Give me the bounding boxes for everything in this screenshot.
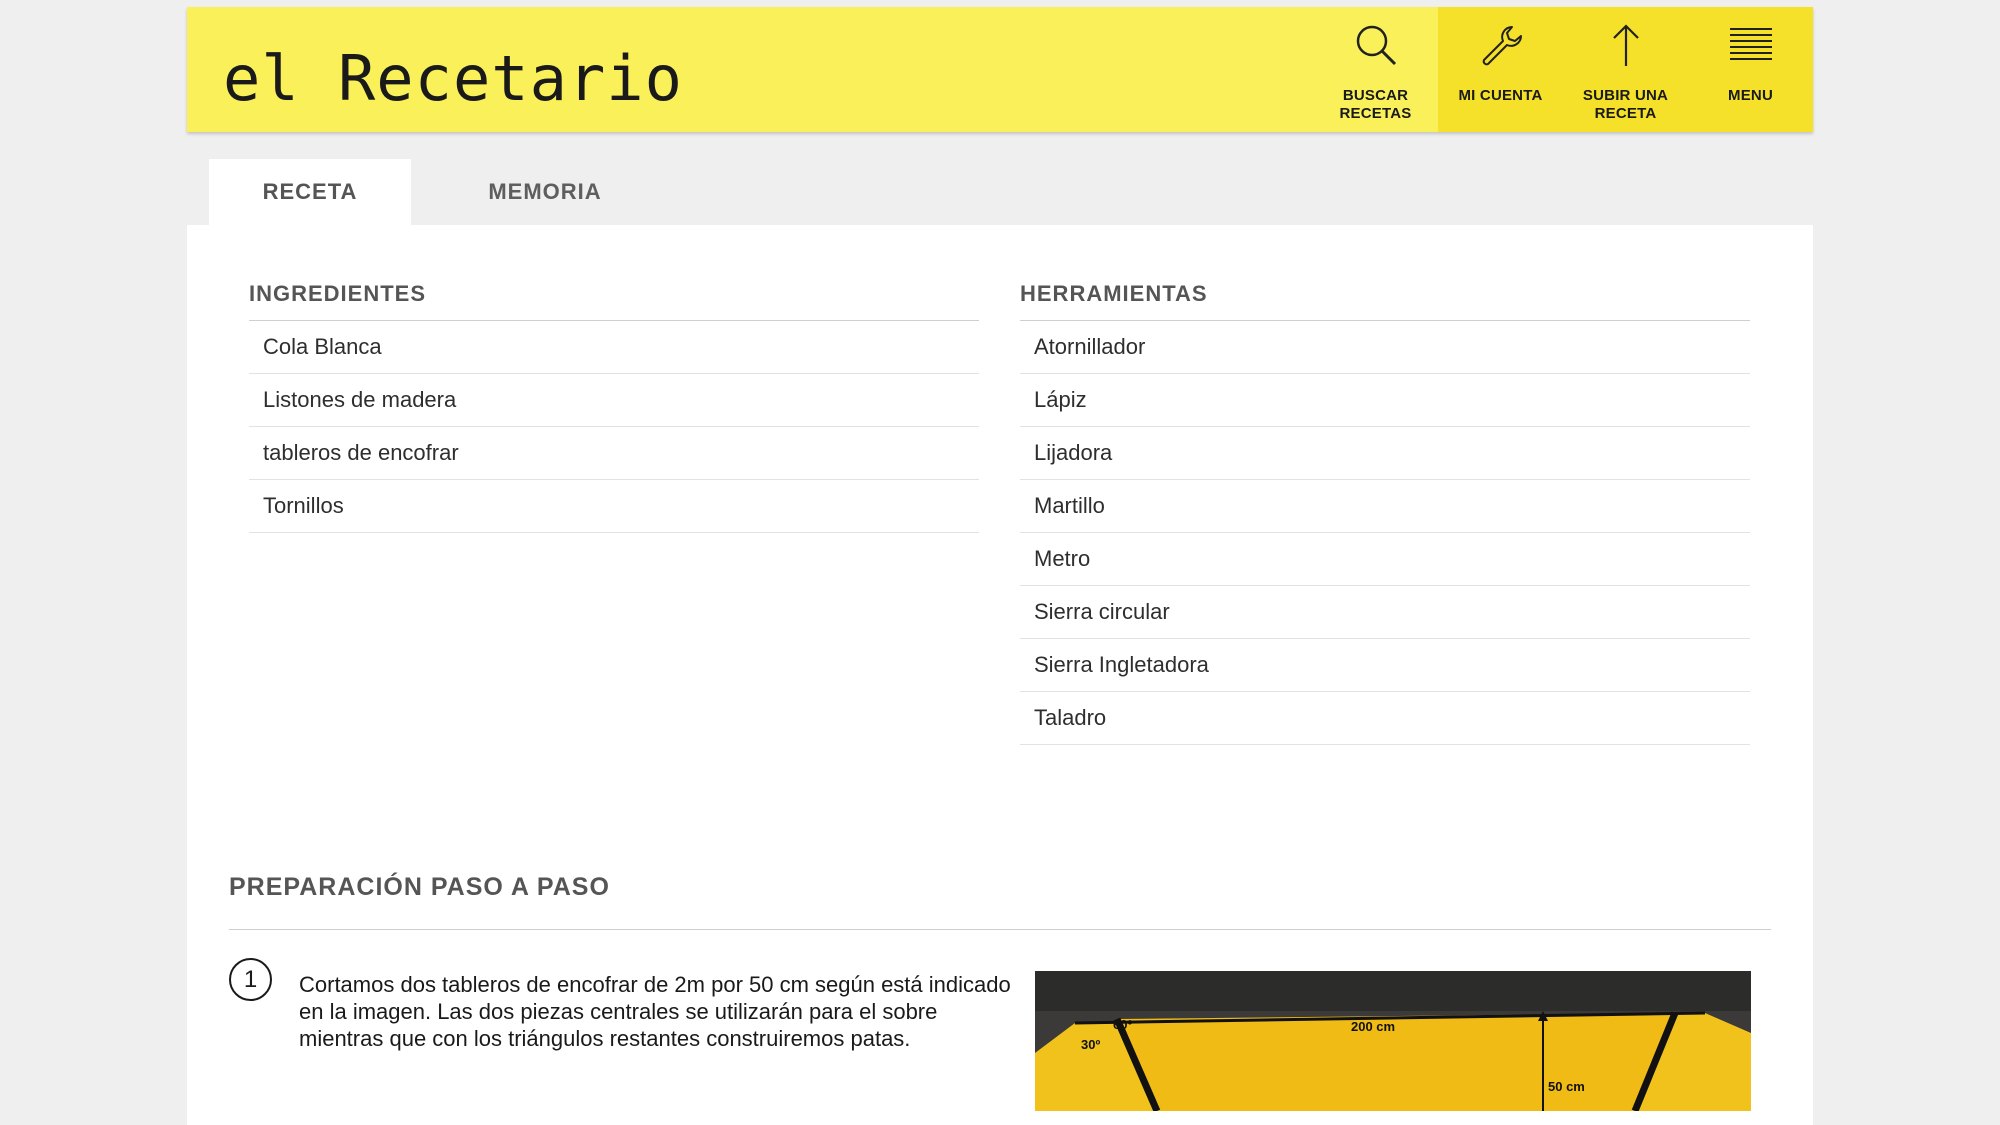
ingredients-list: Cola Blanca Listones de madera tableros … bbox=[249, 321, 979, 533]
recipe-tabs: RECETA MEMORIA bbox=[209, 159, 679, 225]
width-label: 50 cm bbox=[1548, 1079, 1585, 1094]
search-icon bbox=[1356, 25, 1396, 66]
upload-recipe-label: SUBIR UNA RECETA bbox=[1582, 87, 1669, 122]
list-item: Lápiz bbox=[1020, 374, 1750, 427]
step-number: 1 bbox=[229, 958, 272, 1001]
search-recipes-label: BUSCAR RECETAS bbox=[1339, 87, 1412, 122]
list-item: tableros de encofrar bbox=[249, 427, 979, 480]
list-item: Metro bbox=[1020, 533, 1750, 586]
search-recipes-button[interactable]: BUSCAR RECETAS bbox=[1313, 7, 1438, 132]
step-image: 60º 30º 200 cm 50 cm bbox=[1035, 971, 1751, 1111]
my-account-label: MI CUENTA bbox=[1458, 87, 1543, 104]
wrench-icon bbox=[1482, 26, 1522, 66]
list-item: Listones de madera bbox=[249, 374, 979, 427]
angle-30-label: 30º bbox=[1081, 1037, 1100, 1052]
ingredients-section: INGREDIENTES Cola Blanca Listones de mad… bbox=[249, 281, 979, 533]
recipe-content: INGREDIENTES Cola Blanca Listones de mad… bbox=[187, 225, 1813, 1125]
preparation-title: PREPARACIÓN PASO A PASO bbox=[229, 873, 1771, 930]
list-item: Cola Blanca bbox=[249, 321, 979, 374]
tab-recipe[interactable]: RECETA bbox=[209, 159, 411, 225]
upload-recipe-button[interactable]: SUBIR UNA RECETA bbox=[1563, 7, 1688, 132]
list-item: Tornillos bbox=[249, 480, 979, 533]
tools-title: HERRAMIENTAS bbox=[1020, 281, 1750, 321]
length-label: 200 cm bbox=[1351, 1019, 1395, 1034]
my-account-button[interactable]: MI CUENTA bbox=[1438, 7, 1563, 132]
menu-icon bbox=[1729, 28, 1772, 60]
ingredients-title: INGREDIENTES bbox=[249, 281, 979, 321]
step-text: Cortamos dos tableros de encofrar de 2m … bbox=[299, 972, 1011, 1051]
list-item: Sierra circular bbox=[1020, 586, 1750, 639]
list-item: Atornillador bbox=[1020, 321, 1750, 374]
menu-button[interactable]: MENU bbox=[1688, 7, 1813, 132]
list-item: Taladro bbox=[1020, 692, 1750, 745]
list-item: Lijadora bbox=[1020, 427, 1750, 480]
top-header: el Recetario BUSCAR RECETAS MI CUENTA SU… bbox=[187, 7, 1813, 132]
tab-memory[interactable]: MEMORIA bbox=[411, 159, 679, 225]
main-nav: BUSCAR RECETAS MI CUENTA SUBIR UNA RECETA bbox=[1313, 7, 1813, 132]
list-item: Martillo bbox=[1020, 480, 1750, 533]
tools-section: HERRAMIENTAS Atornillador Lápiz Lijadora… bbox=[1020, 281, 1750, 745]
menu-label: MENU bbox=[1728, 87, 1773, 104]
site-logo[interactable]: el Recetario bbox=[223, 39, 683, 119]
list-item: Sierra Ingletadora bbox=[1020, 639, 1750, 692]
angle-60-label: 60º bbox=[1113, 1017, 1132, 1032]
arrow-up-icon bbox=[1612, 24, 1639, 66]
cut-diagram-photo: 60º 30º 200 cm 50 cm bbox=[1035, 971, 1751, 1111]
tools-list: Atornillador Lápiz Lijadora Martillo Met… bbox=[1020, 321, 1750, 745]
